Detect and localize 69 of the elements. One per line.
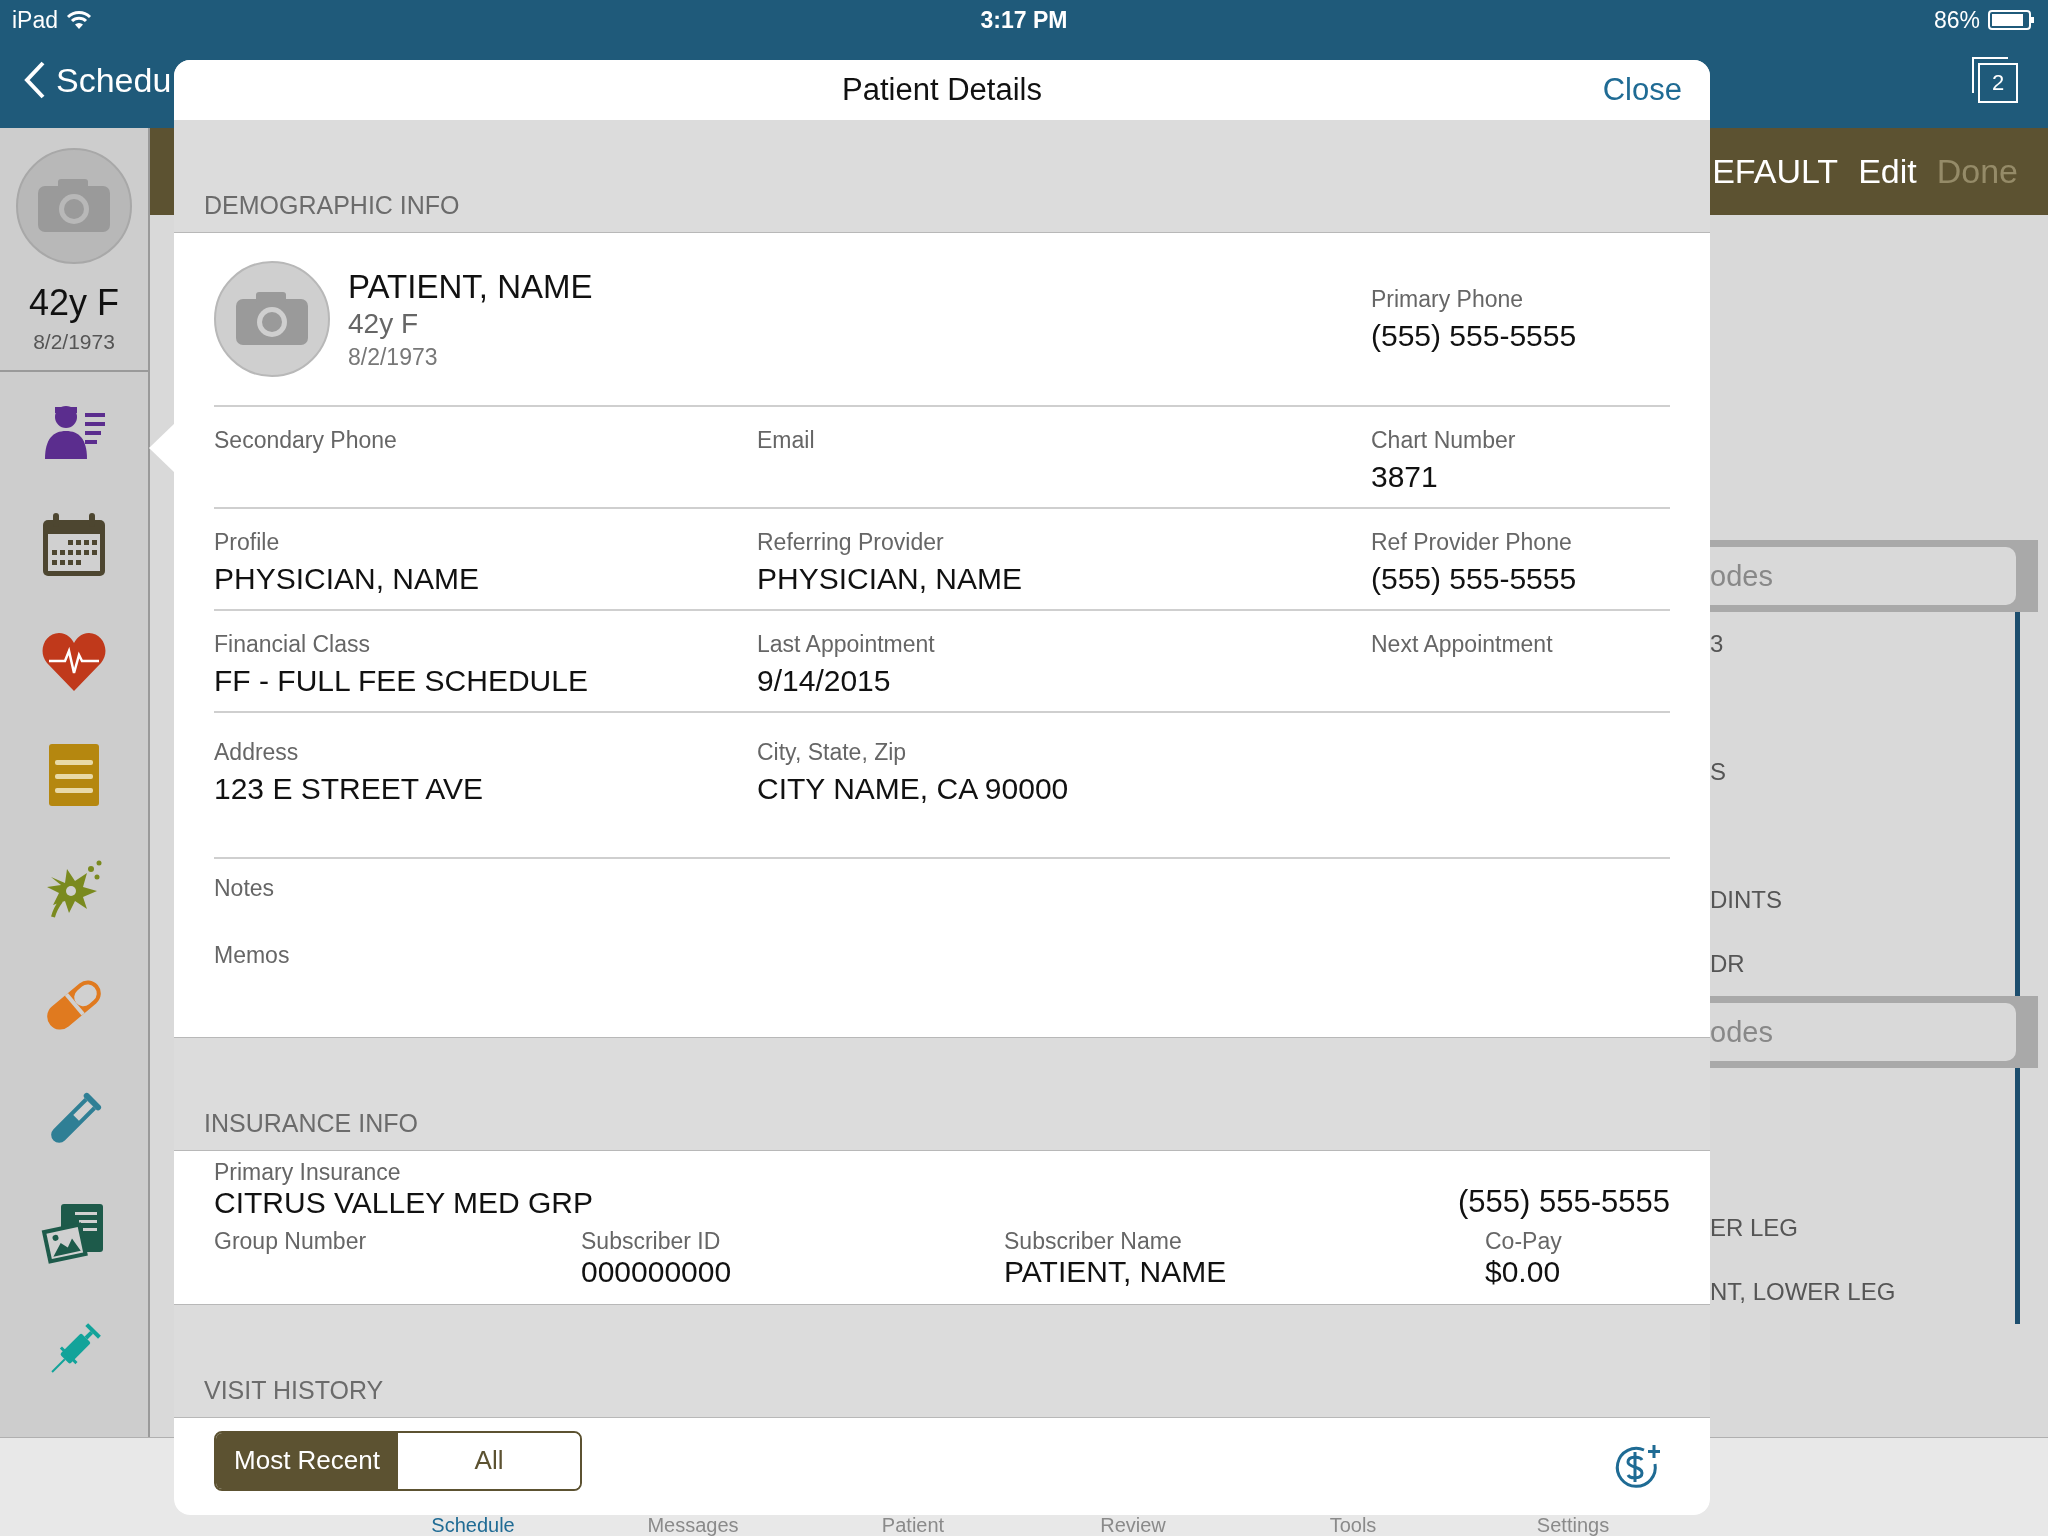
field-value: (555) 555-5555 xyxy=(1371,318,1578,353)
wifi-icon xyxy=(66,10,93,30)
patient-dob: 8/2/1973 xyxy=(33,330,115,354)
field-value: PHYSICIAN, NAME xyxy=(214,562,481,596)
field-value: 123 E STREET AVE xyxy=(214,772,485,806)
tab-bar-item[interactable]: Review xyxy=(1023,1514,1243,1536)
field-value: PATIENT, NAME xyxy=(1004,1255,1228,1289)
field-value: (555) 555-5555 xyxy=(1371,562,1578,596)
field-value: $0.00 xyxy=(1485,1255,1562,1289)
patient-name: PATIENT, NAME xyxy=(348,267,594,306)
field-label: Primary Insurance xyxy=(214,1159,402,1186)
patient-age-sex: 42y F xyxy=(28,282,119,324)
section-heading: DEMOGRAPHIC INFO xyxy=(204,191,460,220)
field-label: Memos xyxy=(214,942,291,969)
field-value: 000000000 xyxy=(581,1255,733,1289)
field-label: Subscriber ID xyxy=(581,1228,722,1255)
field-label: Next Appointment xyxy=(1371,631,1554,658)
segment-tab[interactable]: Most Recent xyxy=(216,1432,398,1489)
field-label: Ref Provider Phone xyxy=(1371,529,1573,556)
back-button[interactable]: Schedu xyxy=(24,60,172,100)
toolbar-button[interactable]: Edit xyxy=(1858,152,1917,191)
field-label: Secondary Phone xyxy=(214,427,398,454)
list-item-text[interactable]: 3 xyxy=(1710,630,1724,658)
field-value: CITRUS VALLEY MED GRP xyxy=(214,1186,593,1220)
tab-bar-item[interactable]: Messages xyxy=(583,1514,803,1536)
tab-bar-item[interactable]: Patient xyxy=(803,1514,1023,1536)
dialog-title: Patient Details xyxy=(842,72,1042,108)
battery-percent: 86% xyxy=(1933,6,1980,34)
battery-icon xyxy=(1988,9,2036,31)
section-heading: VISIT HISTORY xyxy=(204,1376,384,1405)
field-value: PHYSICIAN, NAME xyxy=(757,562,1024,596)
field-label: Co-Pay xyxy=(1485,1228,1563,1255)
field-label: Last Appointment xyxy=(757,631,936,658)
field-label: Chart Number xyxy=(1371,427,1517,454)
field-value: 9/14/2015 xyxy=(757,664,892,698)
field-label: Referring Provider xyxy=(757,529,945,556)
list-item-text[interactable]: DINTS xyxy=(1710,886,1782,914)
field-label: Primary Phone xyxy=(1371,285,1525,313)
toolbar-title: EFAULT xyxy=(1712,152,1839,191)
tab-bar-item[interactable]: Settings xyxy=(1463,1514,1683,1536)
close-button[interactable]: Close xyxy=(1602,72,1682,108)
tab-bar-item[interactable]: Tools xyxy=(1243,1514,1463,1536)
windows-button[interactable]: 2 xyxy=(1972,57,2018,103)
field-label: Subscriber Name xyxy=(1004,1228,1183,1255)
field-label: City, State, Zip xyxy=(757,739,908,766)
section-header-label: odes xyxy=(1708,547,2016,605)
clock-time: 3:17 PM xyxy=(980,6,1068,34)
section-heading: INSURANCE INFO xyxy=(204,1109,418,1138)
field-label: Address xyxy=(214,739,300,766)
list-item-text[interactable]: S xyxy=(1710,758,1726,786)
tab-bar-item[interactable]: Schedule xyxy=(363,1514,583,1536)
chevron-left-icon xyxy=(24,61,46,99)
field-value: CITY NAME, CA 90000 xyxy=(757,772,1070,806)
field-label: Email xyxy=(757,427,816,454)
field-label: Group Number xyxy=(214,1228,368,1255)
field-value: 3871 xyxy=(1371,460,1439,494)
field-label: Notes xyxy=(214,875,276,902)
list-item-text[interactable]: NT, LOWER LEG xyxy=(1710,1278,1896,1306)
section-header-label: odes xyxy=(1708,1003,2016,1061)
patient-dob: 8/2/1973 xyxy=(348,343,439,371)
add-payment-icon[interactable] xyxy=(1614,1443,1660,1490)
field-label: Profile xyxy=(214,529,281,556)
device-name: iPad xyxy=(12,6,59,34)
field-value: (555) 555-5555 xyxy=(1458,1184,1670,1220)
field-value: FF - FULL FEE SCHEDULE xyxy=(214,664,589,698)
field-label: Financial Class xyxy=(214,631,371,658)
list-item-text[interactable]: DR xyxy=(1710,950,1745,978)
list-item-text[interactable]: ER LEG xyxy=(1710,1214,1799,1242)
patient-age-sex: 42y F xyxy=(348,307,420,340)
